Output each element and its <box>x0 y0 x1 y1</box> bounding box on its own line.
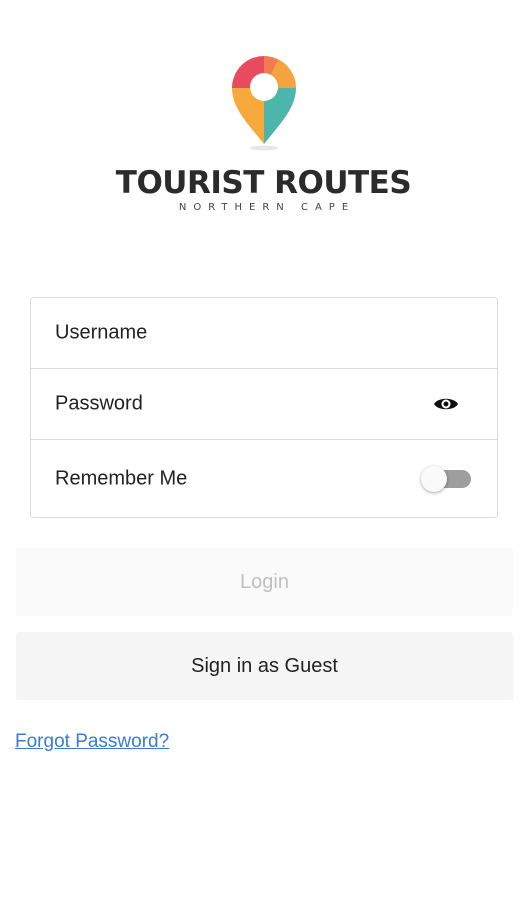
remember-label: Remember Me <box>55 467 188 489</box>
remember-toggle[interactable] <box>421 464 473 494</box>
toggle-thumb <box>421 465 447 492</box>
login-button[interactable]: Login <box>16 548 513 616</box>
map-pin-icon <box>231 56 296 151</box>
forgot-password-link[interactable]: Forgot Password? <box>15 731 169 753</box>
remember-row: Remember Me <box>31 440 497 517</box>
password-row <box>31 369 497 440</box>
login-screen: TOURIST ROUTES NORTHERN CAPE Remember Me… <box>0 0 527 900</box>
username-row <box>31 298 497 369</box>
brand-title: TOURIST ROUTES <box>115 165 412 201</box>
login-form: Remember Me <box>30 297 498 518</box>
guest-signin-button[interactable]: Sign in as Guest <box>16 632 513 700</box>
brand-subtitle: NORTHERN CAPE <box>178 202 356 213</box>
eye-icon[interactable] <box>433 395 459 413</box>
brand-logo: TOURIST ROUTES NORTHERN CAPE <box>0 52 527 213</box>
password-input[interactable] <box>55 392 415 416</box>
username-input[interactable] <box>55 321 415 345</box>
